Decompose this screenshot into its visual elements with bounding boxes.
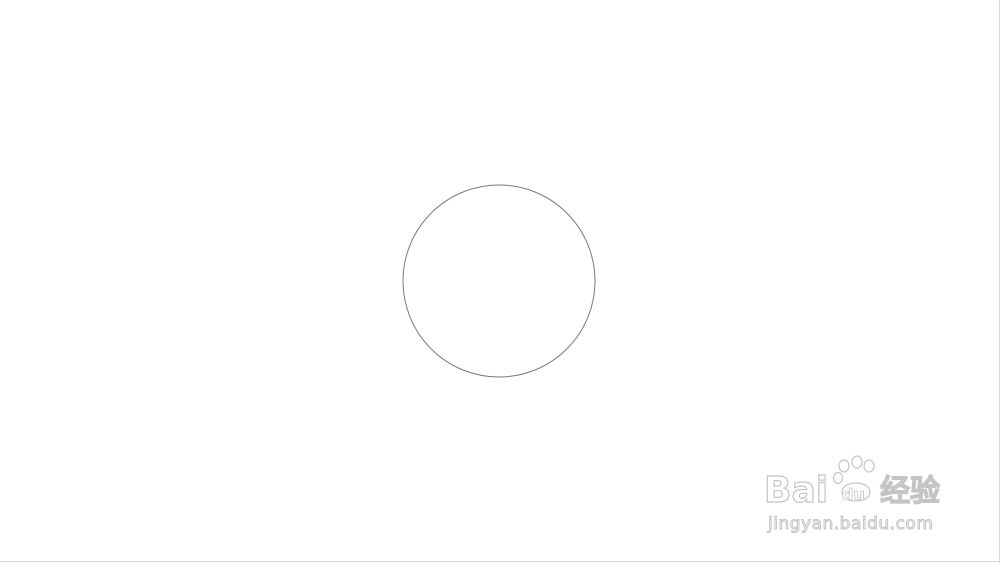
watermark-url: jingyan.baidu.com [767, 514, 934, 535]
baidu-jingyan-logo: Bai du 经验 [763, 455, 941, 512]
baidu-jingyan-watermark: Bai du 经验 jingyan.baidu.com [762, 452, 957, 547]
svg-text:du: du [842, 485, 865, 504]
circle-shape[interactable] [402, 184, 596, 378]
svg-text:Bai: Bai [764, 470, 828, 511]
svg-text:经验: 经验 [880, 474, 940, 509]
drawing-canvas: Bai du 经验 jingyan.baidu.com [0, 0, 1000, 563]
canvas-border-bottom [0, 561, 1000, 562]
